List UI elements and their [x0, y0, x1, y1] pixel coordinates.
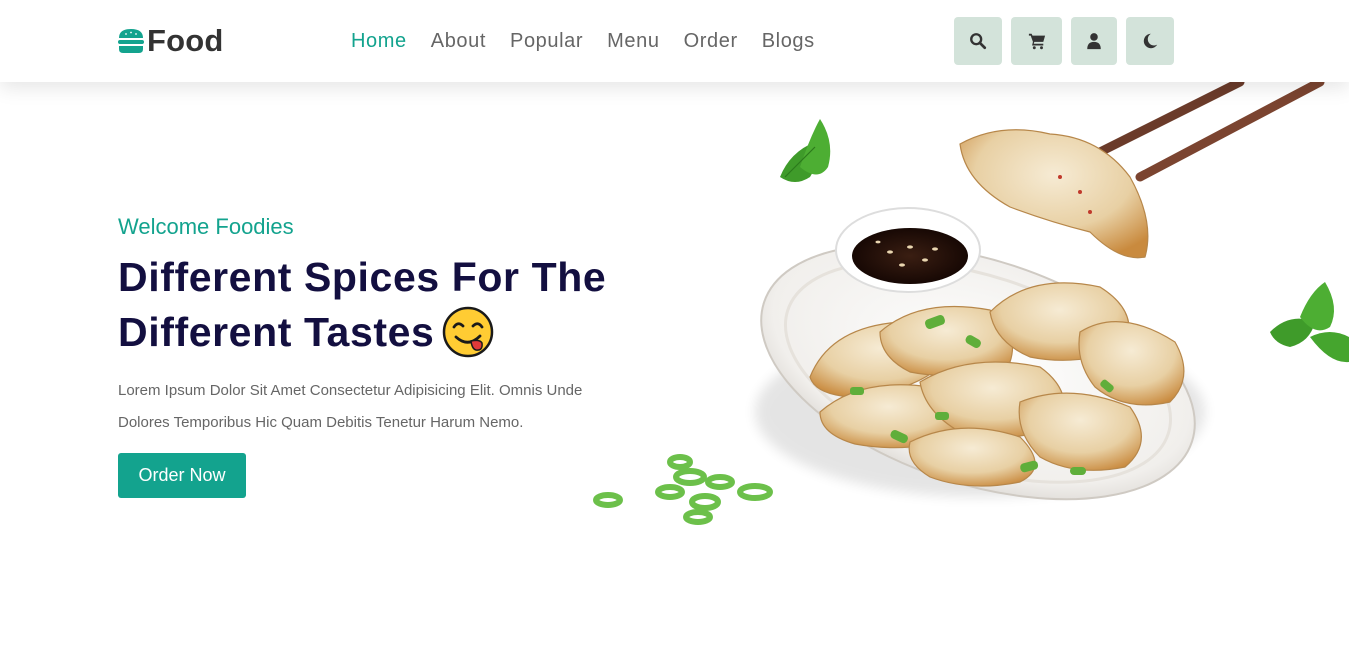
- hero-food-image: [593, 82, 1349, 525]
- hero-subtitle: Welcome Foodies: [118, 214, 294, 239]
- user-button[interactable]: [1071, 17, 1117, 65]
- nav-blogs[interactable]: Blogs: [762, 28, 815, 54]
- main-nav: Home About Popular Menu Order Blogs: [351, 28, 815, 54]
- nav-home[interactable]: Home: [351, 28, 407, 54]
- order-now-button[interactable]: Order Now: [118, 453, 246, 498]
- burger-icon: [118, 29, 144, 53]
- user-icon: [1087, 33, 1101, 50]
- nav-order[interactable]: Order: [684, 28, 738, 54]
- search-button[interactable]: [954, 17, 1002, 65]
- header-icons: [954, 17, 1174, 65]
- nav-menu[interactable]: Menu: [607, 28, 659, 54]
- hero-description: Lorem Ipsum Dolor Sit Amet Consectetur A…: [118, 382, 583, 431]
- site-header: Food Home About Popular Menu Order Blogs: [0, 0, 1349, 82]
- moon-icon: [1143, 33, 1158, 49]
- nav-popular[interactable]: Popular: [510, 28, 583, 54]
- cart-icon: [1028, 33, 1045, 50]
- search-icon: [970, 33, 987, 50]
- brand-name: Food: [147, 23, 224, 58]
- logo[interactable]: Food: [116, 22, 224, 60]
- nav-about[interactable]: About: [431, 28, 486, 54]
- yum-face-emoji: [443, 306, 494, 358]
- theme-toggle-button[interactable]: [1126, 17, 1174, 65]
- hero-title-text: Different Spices For The Different Taste…: [118, 254, 607, 355]
- cart-button[interactable]: [1011, 17, 1062, 65]
